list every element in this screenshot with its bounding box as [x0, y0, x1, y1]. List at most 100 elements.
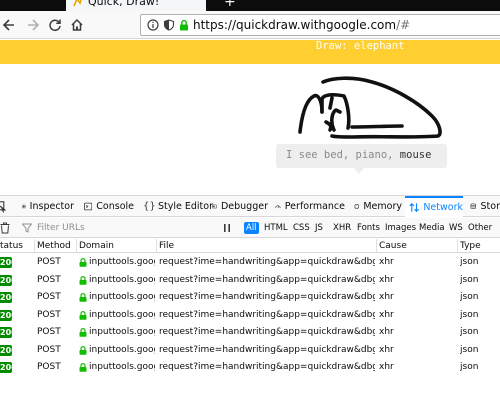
- filter-type-html[interactable]: HTML: [262, 222, 290, 234]
- status-code-badge: 200: [0, 257, 12, 268]
- navigation-toolbar: https://quickdraw.withgoogle.com/#: [0, 11, 500, 39]
- cause-cell: xhr: [379, 292, 394, 302]
- tab-debugger-label: Debugger: [220, 201, 268, 212]
- type-cell: json: [460, 362, 479, 372]
- table-row[interactable]: 200 POST inputtools.googl... request?ime=ha…: [0, 272, 500, 289]
- filter-type-media[interactable]: Media: [417, 222, 447, 234]
- column-file[interactable]: File: [157, 239, 376, 253]
- method-cell: POST: [37, 274, 61, 285]
- domain-cell: inputtools.googl...: [89, 309, 155, 320]
- table-row[interactable]: 200 POST inputtools.googl... request?ime=ha…: [0, 254, 500, 271]
- network-filter-bar: Filter URLs All HTML CSS JS XHR Fonts Im…: [0, 218, 500, 238]
- network-table-header: tatus Method Domain File Cause Type: [0, 239, 500, 253]
- tab-network[interactable]: Network: [405, 196, 463, 217]
- url-bar[interactable]: https://quickdraw.withgoogle.com/#: [140, 14, 500, 36]
- table-row[interactable]: 200 POST inputtools.googl... request?ime=ha…: [0, 289, 500, 306]
- column-cause[interactable]: Cause: [377, 239, 457, 253]
- secure-lock-icon: [79, 345, 87, 355]
- filter-type-fonts[interactable]: Fonts: [355, 222, 382, 234]
- tab-performance[interactable]: Performance: [275, 196, 345, 217]
- method-cell: POST: [37, 257, 61, 267]
- tab-storage[interactable]: Stor: [470, 196, 500, 217]
- filter-icon: [22, 223, 32, 233]
- pause-icon[interactable]: [222, 223, 232, 233]
- filter-urls-input[interactable]: Filter URLs: [33, 220, 223, 236]
- table-row[interactable]: 200 POST inputtools.googl... request?ime=ha…: [0, 307, 500, 324]
- table-row[interactable]: 200 POST inputtools.googl... request?ime=ha…: [0, 359, 500, 376]
- file-cell: request?ime=handwriting&app=quickdraw&db…: [159, 327, 375, 337]
- network-icon: [409, 202, 419, 213]
- back-arrow-icon: [2, 19, 14, 31]
- secure-lock-icon: [79, 258, 87, 267]
- filter-type-xhr[interactable]: XHR: [331, 222, 353, 234]
- filter-type-ws[interactable]: WS: [447, 222, 465, 234]
- domain-cell: inputtools.googl...: [89, 327, 155, 337]
- forward-button[interactable]: [24, 16, 42, 34]
- network-request-list: 200 POST inputtools.googl... request?ime=ha…: [0, 254, 500, 413]
- type-cell: json: [460, 274, 479, 285]
- cause-cell: xhr: [379, 344, 394, 355]
- table-row[interactable]: 200 POST inputtools.googl... request?ime=ha…: [0, 342, 500, 359]
- cause-cell: xhr: [379, 362, 394, 372]
- tab-style-editor[interactable]: {} Style Editor: [143, 196, 213, 217]
- close-icon[interactable]: ✕: [262, 0, 271, 8]
- secure-lock-icon[interactable]: [178, 19, 190, 31]
- column-type[interactable]: Type: [458, 239, 500, 253]
- home-button[interactable]: [68, 16, 86, 34]
- tab-style-editor-label: Style Editor: [158, 201, 213, 212]
- back-button[interactable]: [0, 16, 18, 34]
- status-code-badge: 200: [0, 327, 12, 338]
- secure-lock-icon: [79, 363, 87, 372]
- domain-cell: inputtools.googl...: [89, 344, 155, 355]
- tab-network-label: Network: [423, 202, 463, 213]
- reload-icon: [49, 19, 61, 32]
- tab-quickdraw[interactable]: Quick, Draw! ✕: [66, 0, 271, 11]
- guess-current: mouse: [399, 149, 432, 161]
- filter-type-images[interactable]: Images: [383, 222, 418, 234]
- column-status[interactable]: tatus: [0, 239, 34, 253]
- reload-button[interactable]: [46, 16, 64, 34]
- type-cell: json: [460, 327, 479, 337]
- new-tab-icon[interactable]: +: [224, 0, 236, 10]
- memory-icon: [354, 204, 360, 209]
- url-host: https://quickdraw.withgoogle.com: [193, 18, 397, 32]
- drawing-canvas[interactable]: [0, 64, 500, 190]
- table-row[interactable]: 200 POST inputtools.googl... request?ime=ha…: [0, 324, 500, 341]
- domain-cell: inputtools.googl...: [89, 257, 155, 267]
- tab-storage-label: Stor: [480, 201, 500, 212]
- quickdraw-favicon-icon: [73, 0, 82, 7]
- tab-console[interactable]: Console: [84, 196, 134, 217]
- filter-type-other[interactable]: Other: [466, 222, 494, 234]
- tracking-shield-icon[interactable]: [163, 19, 175, 31]
- tab-strip: Quick, Draw! ✕ +: [0, 0, 500, 11]
- column-method[interactable]: Method: [35, 239, 76, 253]
- console-icon: [84, 202, 93, 211]
- tab-performance-label: Performance: [284, 201, 345, 212]
- secure-lock-icon: [79, 310, 87, 320]
- status-code-badge: 200: [0, 362, 12, 373]
- tab-debugger[interactable]: Debugger: [212, 196, 268, 217]
- url-text: https://quickdraw.withgoogle.com/#: [193, 18, 410, 32]
- performance-icon: [275, 205, 281, 209]
- tab-memory[interactable]: Memory: [354, 196, 402, 217]
- tab-inspector[interactable]: Inspector: [22, 196, 74, 217]
- filter-type-css[interactable]: CSS: [291, 222, 312, 234]
- cause-cell: xhr: [379, 257, 394, 267]
- status-code-badge: 200: [0, 309, 12, 321]
- method-cell: POST: [37, 292, 61, 302]
- filter-type-all[interactable]: All: [244, 222, 259, 234]
- file-cell: request?ime=handwriting&app=quickdraw&db…: [159, 362, 375, 372]
- method-cell: POST: [37, 344, 61, 355]
- secure-lock-icon: [79, 293, 87, 302]
- filter-type-js[interactable]: JS: [313, 222, 325, 234]
- column-domain[interactable]: Domain: [77, 239, 156, 253]
- guess-prefix: I see bed, piano,: [286, 149, 400, 161]
- draw-prompt: Draw: elephant: [316, 40, 405, 52]
- domain-cell: inputtools.googl...: [89, 274, 155, 285]
- trash-icon[interactable]: [0, 222, 10, 234]
- status-code-badge: 200: [0, 274, 12, 286]
- devtools-toolbar: Inspector Console {} Style Editor Debugg…: [0, 196, 500, 217]
- element-picker-button[interactable]: [0, 196, 14, 217]
- cause-cell: xhr: [379, 274, 394, 285]
- info-icon[interactable]: [147, 19, 159, 31]
